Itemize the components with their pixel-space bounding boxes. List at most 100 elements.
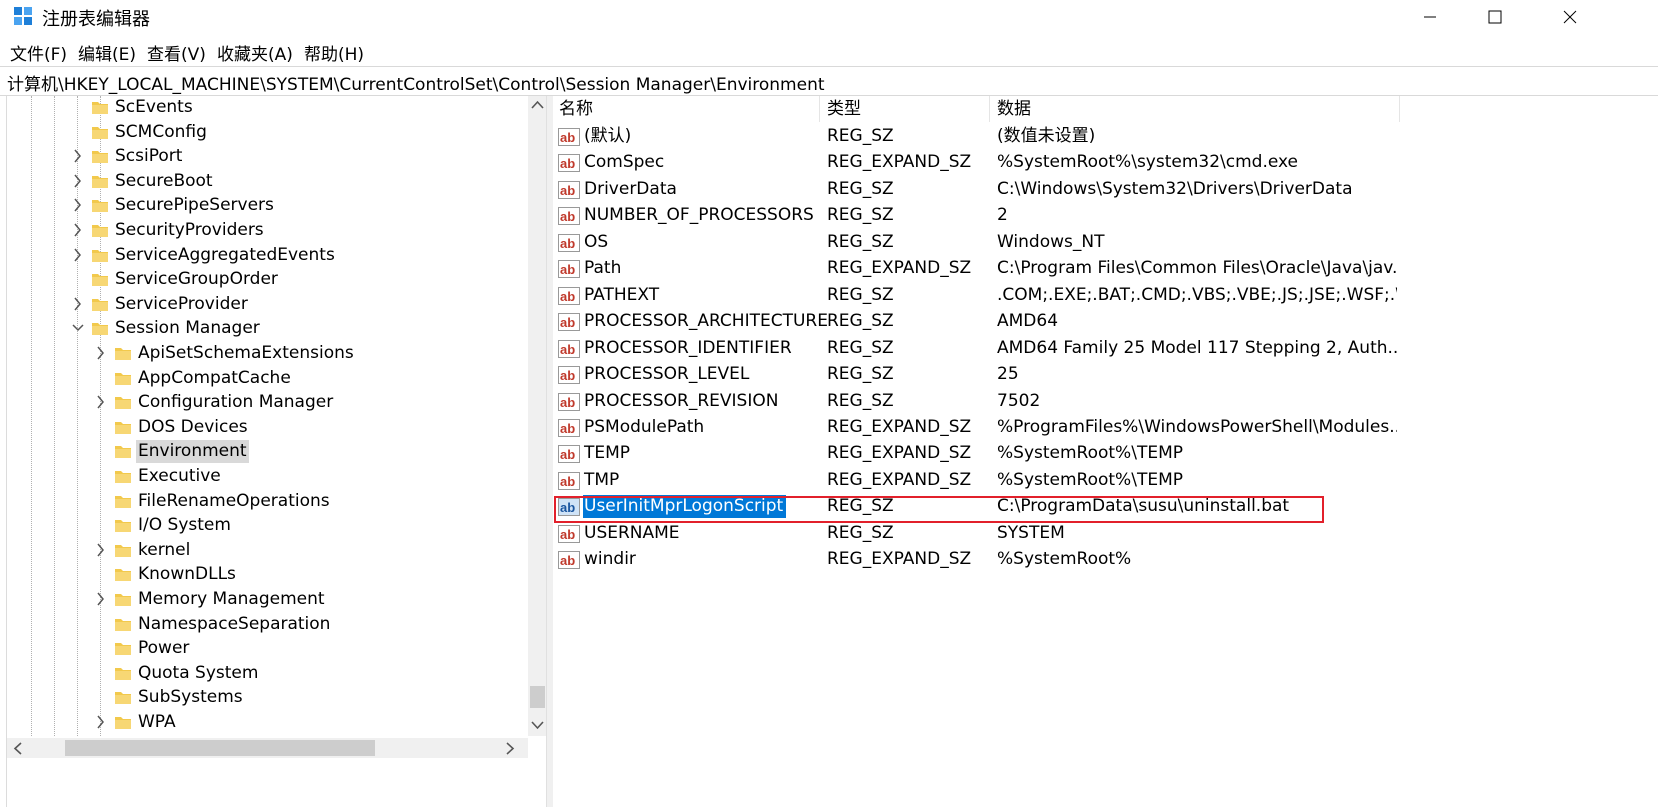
tree-item[interactable]: Executive <box>7 465 527 489</box>
folder-icon <box>115 667 131 680</box>
column-header-name[interactable]: 名称 <box>552 96 820 122</box>
tree-item[interactable]: SCMConfig <box>7 121 527 145</box>
tree-item[interactable]: Quota System <box>7 662 527 686</box>
value-row[interactable]: ab windir REG_EXPAND_SZ %SystemRoot% <box>552 547 1658 573</box>
value-type: REG_SZ <box>827 311 894 332</box>
tree-item[interactable]: I/O System <box>7 514 527 538</box>
value-row[interactable]: ab PSModulePath REG_EXPAND_SZ %ProgramFiles… <box>552 415 1658 441</box>
chevron-right-icon[interactable] <box>94 713 108 731</box>
chevron-right-icon[interactable] <box>94 393 108 411</box>
value-type: REG_SZ <box>827 284 894 305</box>
folder-icon <box>115 569 131 582</box>
value-name: OS <box>584 231 609 252</box>
folder-icon <box>92 323 108 336</box>
maximize-icon <box>1488 10 1502 24</box>
tree-item-label: Environment <box>136 440 249 464</box>
tree-item[interactable]: Memory Management <box>7 588 527 612</box>
menu-view[interactable]: 查看(V) <box>147 40 206 65</box>
value-type: REG_SZ <box>827 364 894 385</box>
chevron-right-icon[interactable] <box>71 172 85 190</box>
chevron-right-icon[interactable] <box>94 590 108 608</box>
tree-item[interactable]: Power <box>7 637 527 661</box>
menu-edit[interactable]: 编辑(E) <box>78 40 136 65</box>
tree-item[interactable]: NamespaceSeparation <box>7 613 527 637</box>
value-row[interactable]: ab ComSpec REG_EXPAND_SZ %SystemRoot%\syste… <box>552 150 1658 176</box>
value-name: windir <box>584 549 636 570</box>
tree-item[interactable]: SubSystems <box>7 686 527 710</box>
tree-item[interactable]: ServiceGroupOrder <box>7 268 527 292</box>
key-tree-pane[interactable]: ScEvents SCMConfig ScsiPort SecureBoot Secur… <box>6 96 547 807</box>
value-row[interactable]: ab (默认) REG_SZ (数值未设置) <box>552 124 1658 150</box>
tree-vertical-scroll-thumb[interactable] <box>530 686 545 708</box>
column-header-type[interactable]: 类型 <box>820 96 990 122</box>
tree-item[interactable]: ScEvents <box>7 96 527 120</box>
tree-item[interactable]: SecurityProviders <box>7 219 527 243</box>
value-row[interactable]: ab OS REG_SZ Windows_NT <box>552 230 1658 256</box>
tree-item[interactable]: KnownDLLs <box>7 563 527 587</box>
menu-help[interactable]: 帮助(H) <box>304 40 364 65</box>
scroll-down-icon[interactable] <box>531 720 544 730</box>
string-value-icon: ab <box>558 418 580 437</box>
tree-vertical-scrollbar[interactable] <box>528 96 547 736</box>
tree-item[interactable]: DOS Devices <box>7 416 527 440</box>
svg-text:ab: ab <box>560 421 575 436</box>
value-type: REG_EXPAND_SZ <box>827 152 972 173</box>
close-button[interactable] <box>1540 0 1600 34</box>
tree-item[interactable]: ScsiPort <box>7 145 527 169</box>
address-path[interactable]: 计算机\HKEY_LOCAL_MACHINE\SYSTEM\CurrentCon… <box>7 70 825 95</box>
tree-item[interactable]: Environment <box>7 440 527 464</box>
tree-item-label: Quota System <box>138 662 259 683</box>
tree-horizontal-scrollbar[interactable] <box>7 738 528 758</box>
value-row[interactable]: ab TEMP REG_EXPAND_SZ %SystemRoot%\TEMP <box>552 441 1658 467</box>
column-header-data[interactable]: 数据 <box>990 96 1400 122</box>
svg-text:ab: ab <box>560 156 575 171</box>
tree-item-label: NamespaceSeparation <box>138 613 331 634</box>
tree-item[interactable]: WPA <box>7 711 527 735</box>
scroll-up-icon[interactable] <box>531 100 544 110</box>
menu-file[interactable]: 文件(F) <box>10 40 67 65</box>
chevron-right-icon[interactable] <box>71 196 85 214</box>
tree-item[interactable]: ServiceProvider <box>7 293 527 317</box>
tree-item[interactable]: Session Manager <box>7 317 527 341</box>
menu-favorites[interactable]: 收藏夹(A) <box>217 40 293 65</box>
tree-item[interactable]: ApiSetSchemaExtensions <box>7 342 527 366</box>
tree-item[interactable]: kernel <box>7 539 527 563</box>
chevron-right-icon[interactable] <box>71 246 85 264</box>
maximize-button[interactable] <box>1465 0 1525 34</box>
svg-text:ab: ab <box>560 209 575 224</box>
chevron-right-icon[interactable] <box>71 221 85 239</box>
value-row[interactable]: ab PROCESSOR_IDENTIFIER REG_SZ AMD64 Family… <box>552 336 1658 362</box>
svg-text:ab: ab <box>560 262 575 277</box>
value-row[interactable]: ab TMP REG_EXPAND_SZ %SystemRoot%\TEMP <box>552 468 1658 494</box>
value-row[interactable]: ab NUMBER_OF_PROCESSORS REG_SZ 2 <box>552 203 1658 229</box>
scroll-right-icon[interactable] <box>505 742 515 755</box>
value-row[interactable]: ab USERNAME REG_SZ SYSTEM <box>552 521 1658 547</box>
tree-item[interactable]: Configuration Manager <box>7 391 527 415</box>
minimize-button[interactable] <box>1400 0 1460 34</box>
tree-item[interactable]: SecurePipeServers <box>7 194 527 218</box>
value-row[interactable]: ab PATHEXT REG_SZ .COM;.EXE;.BAT;.CMD;.VBS;… <box>552 283 1658 309</box>
address-bar[interactable]: 计算机\HKEY_LOCAL_MACHINE\SYSTEM\CurrentCon… <box>0 66 1658 96</box>
scroll-left-icon[interactable] <box>13 742 23 755</box>
value-row[interactable]: ab PROCESSOR_LEVEL REG_SZ 25 <box>552 362 1658 388</box>
value-row[interactable]: ab PROCESSOR_REVISION REG_SZ 7502 <box>552 389 1658 415</box>
tree-item[interactable]: AppCompatCache <box>7 367 527 391</box>
value-row[interactable]: ab PROCESSOR_ARCHITECTURE REG_SZ AMD64 <box>552 309 1658 335</box>
chevron-right-icon[interactable] <box>71 295 85 313</box>
chevron-right-icon[interactable] <box>71 147 85 165</box>
tree-item[interactable]: ServiceAggregatedEvents <box>7 244 527 268</box>
tree-horizontal-scroll-thumb[interactable] <box>65 740 375 756</box>
chevron-right-icon[interactable] <box>94 541 108 559</box>
value-row[interactable]: ab Path REG_EXPAND_SZ C:\Program Files\Comm… <box>552 256 1658 282</box>
values-pane[interactable]: 名称 类型 数据 ab (默认) REG_SZ (数值未设置) ab ComSpec REG… <box>552 96 1658 807</box>
folder-icon <box>115 348 131 360</box>
chevron-down-icon[interactable] <box>71 319 85 337</box>
folder-icon <box>115 692 131 705</box>
svg-text:ab: ab <box>560 395 575 410</box>
string-value-icon: ab <box>558 260 580 279</box>
tree-item[interactable]: SecureBoot <box>7 170 527 194</box>
chevron-right-icon[interactable] <box>94 344 108 362</box>
value-row[interactable]: ab DriverData REG_SZ C:\Windows\System32\Dr… <box>552 177 1658 203</box>
tree-item[interactable]: FileRenameOperations <box>7 490 527 514</box>
folder-icon <box>92 102 108 114</box>
